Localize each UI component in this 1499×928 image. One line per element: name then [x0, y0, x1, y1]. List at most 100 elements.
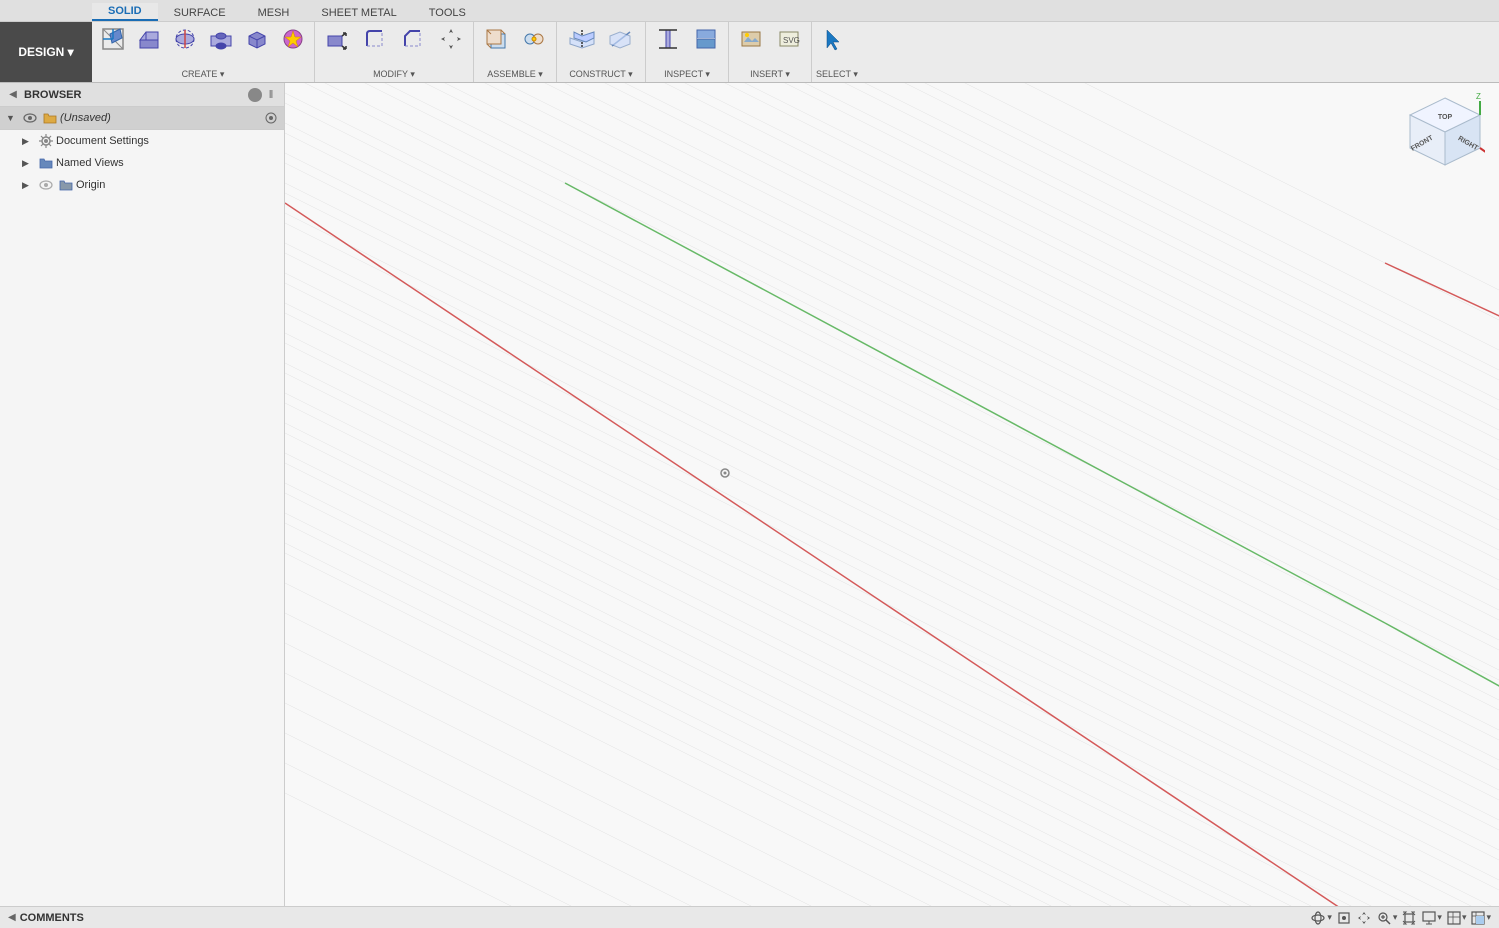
display-mode-btn[interactable]: ▾	[1421, 910, 1442, 926]
axis-icon	[608, 26, 634, 52]
browser-pin-icon[interactable]: ‖	[264, 88, 278, 102]
section-analysis-icon	[693, 26, 719, 52]
zoom-icon	[1376, 910, 1392, 926]
design-button[interactable]: DESIGN ▾	[0, 22, 92, 82]
fit-btn[interactable]	[1401, 910, 1417, 926]
create-solid-icon	[280, 26, 306, 52]
modify-label[interactable]: MODIFY ▾	[319, 69, 469, 80]
new-sketch-button[interactable]	[96, 24, 130, 54]
select-label[interactable]: SELECT ▾	[816, 69, 858, 80]
push-pull-icon	[324, 26, 350, 52]
revolve-button[interactable]	[168, 24, 202, 54]
tab-surface[interactable]: SURFACE	[158, 5, 242, 21]
folder-blue-icon	[38, 155, 54, 171]
look-at-btn[interactable]	[1336, 910, 1352, 926]
view-settings-btn[interactable]: ▾	[1470, 910, 1491, 926]
assemble-label[interactable]: ASSEMBLE ▾	[478, 69, 552, 80]
tab-mesh[interactable]: MESH	[242, 5, 306, 21]
grid-icon	[1446, 910, 1462, 926]
inspect-section: INSPECT ▾	[646, 22, 729, 82]
tree-item-named-views[interactable]: ▶ Named Views	[0, 152, 284, 174]
measure-button[interactable]	[650, 24, 686, 57]
statusbar-icons: ▾ ▾	[1310, 910, 1491, 926]
settings-cog-icon[interactable]	[264, 111, 278, 125]
move-icon	[438, 26, 464, 52]
inspect-label[interactable]: INSPECT ▾	[650, 69, 724, 80]
named-views-label: Named Views	[56, 157, 124, 169]
hole-button[interactable]	[204, 24, 238, 54]
box-button[interactable]	[240, 24, 274, 54]
new-component-button[interactable]	[478, 24, 514, 57]
box-icon	[244, 26, 270, 52]
grid-svg	[285, 83, 1499, 906]
svg-text:TOP: TOP	[1438, 114, 1453, 121]
grid-settings-btn[interactable]: ▾	[1446, 910, 1467, 926]
view-cube-svg: TOP FRONT RIGHT X Z	[1405, 93, 1485, 183]
gear-icon	[38, 133, 54, 149]
comments-collapse-icon[interactable]: ◀	[8, 912, 16, 923]
expand-arrow-origin[interactable]: ▶	[22, 180, 36, 191]
look-at-icon	[1336, 910, 1352, 926]
move-button[interactable]	[433, 24, 469, 54]
browser-header: ◀ BROWSER ‖	[0, 83, 284, 107]
expand-arrow[interactable]: ▶	[22, 136, 36, 147]
doc-settings-label: Document Settings	[56, 135, 149, 147]
collapse-icon[interactable]: ▼	[6, 113, 20, 123]
fillet-button[interactable]	[357, 24, 393, 54]
viewport[interactable]: TOP FRONT RIGHT X Z	[285, 83, 1499, 906]
eye-icon-origin	[38, 177, 54, 193]
unsaved-label: (Unsaved)	[60, 112, 264, 124]
tree-item-origin[interactable]: ▶ Origin	[0, 174, 284, 196]
offset-plane-icon	[568, 26, 596, 52]
browser-title: BROWSER	[24, 89, 81, 101]
browser-collapse-icon[interactable]: ◀	[6, 88, 20, 102]
view-cube[interactable]: TOP FRONT RIGHT X Z	[1405, 93, 1485, 183]
origin-label: Origin	[76, 179, 105, 191]
browser-dot-icon[interactable]	[248, 88, 262, 102]
extrude-button[interactable]	[132, 24, 166, 54]
tree-item-unsaved[interactable]: ▼ (Unsaved)	[0, 107, 284, 130]
display-mode-icon	[1421, 910, 1437, 926]
comments-bar: ◀ COMMENTS ▾	[0, 906, 1499, 928]
expand-arrow-views[interactable]: ▶	[22, 158, 36, 169]
browser-tree: ▼ (Unsaved) ▶	[0, 107, 284, 906]
new-component-icon	[483, 26, 509, 52]
section-analysis-button[interactable]	[688, 24, 724, 57]
pan-btn[interactable]	[1356, 910, 1372, 926]
sketch-icon	[100, 26, 126, 52]
measure-icon	[655, 26, 681, 52]
insert-canvas-button[interactable]	[733, 24, 769, 57]
construct-label[interactable]: CONSTRUCT ▾	[563, 69, 639, 80]
hole-icon	[208, 26, 234, 52]
pan-icon	[1356, 910, 1372, 926]
insert-section: SVG INSERT ▾	[729, 22, 812, 82]
tab-tools[interactable]: TOOLS	[413, 5, 482, 21]
modify-section: MODIFY ▾	[315, 22, 474, 82]
view-settings-icon	[1470, 910, 1486, 926]
create-solid-button[interactable]	[276, 24, 310, 54]
orbit-icon-btn[interactable]: ▾	[1310, 910, 1332, 926]
folder-grey-icon	[58, 177, 74, 193]
tree-item-doc-settings[interactable]: ▶ Document Settings	[0, 130, 284, 152]
fillet-icon	[362, 26, 388, 52]
insert-svg-button[interactable]: SVG	[771, 24, 807, 57]
create-section: CREATE ▾	[92, 22, 315, 82]
chamfer-button[interactable]	[395, 24, 431, 54]
tab-sheet-metal[interactable]: SHEET METAL	[305, 5, 412, 21]
insert-svg-icon: SVG	[776, 26, 802, 52]
select-button[interactable]	[816, 24, 854, 59]
fit-icon	[1401, 910, 1417, 926]
insert-canvas-icon	[738, 26, 764, 52]
insert-label[interactable]: INSERT ▾	[733, 69, 807, 80]
axis-button[interactable]	[603, 24, 639, 57]
joint-button[interactable]	[516, 24, 552, 57]
select-icon	[821, 26, 849, 54]
svg-text:Z: Z	[1476, 93, 1481, 101]
select-section: SELECT ▾	[812, 22, 862, 82]
zoom-btn[interactable]: ▾	[1376, 910, 1398, 926]
push-pull-button[interactable]	[319, 24, 355, 54]
create-label[interactable]: CREATE ▾	[96, 69, 310, 80]
eye-icon	[22, 110, 38, 126]
offset-plane-button[interactable]	[563, 24, 601, 57]
tab-solid[interactable]: SOLID	[92, 3, 158, 21]
